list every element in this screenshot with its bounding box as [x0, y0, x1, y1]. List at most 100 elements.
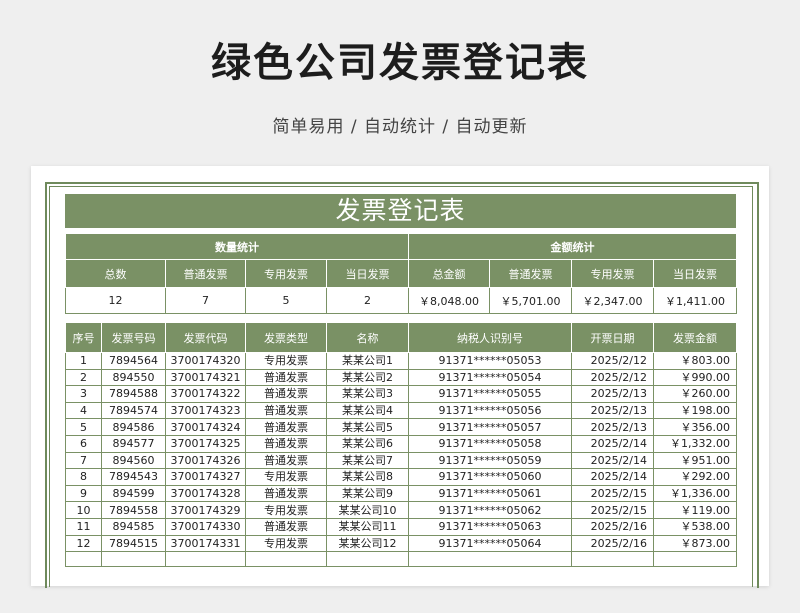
table-cell: 某某公司7 [326, 451, 409, 470]
table-cell: 普通发票 [245, 517, 327, 536]
table-cell: 专用发票 [245, 352, 327, 370]
summary-header-cell: 普通发票 [489, 259, 572, 288]
sheet-banner: 发票登记表 [65, 194, 736, 228]
table-header-cell: 开票日期 [571, 322, 654, 353]
summary-value-cell: ￥2,347.00 [571, 287, 654, 314]
summary-table: 数量统计 金额统计 总数 普通发票 专用发票 当日发票 总金额 普通发票 专用发票 当日发票 … [65, 233, 737, 314]
table-cell: 894586 [101, 418, 166, 436]
table-cell: ￥990.00 [653, 368, 737, 387]
summary-value-cell: 7 [165, 287, 246, 314]
summary-value-cell: ￥8,048.00 [408, 287, 490, 314]
table-cell: 3700174321 [165, 368, 246, 387]
table-cell: 普通发票 [245, 484, 327, 503]
summary-header-cell: 总金额 [408, 259, 490, 288]
table-cell: 普通发票 [245, 434, 327, 453]
summary-value-cell: 2 [326, 287, 409, 314]
table-cell: 3700174325 [165, 434, 246, 453]
table-cell: 894560 [101, 451, 166, 470]
table-row: 4 7894574 3700174323 普通发票 某某公司4 91371******05… [65, 401, 737, 420]
table-cell: 7894515 [101, 534, 166, 553]
table-cell: 10 [65, 501, 102, 519]
table-cell: 2025/2/16 [571, 534, 654, 553]
table-row: 11 894585 3700174330 普通发票 某某公司11 91371******0… [65, 517, 737, 536]
table-row: 8 7894543 3700174327 专用发票 某某公司8 91371******05… [65, 468, 737, 486]
table-cell: 7894564 [101, 352, 166, 370]
table-cell: 2025/2/14 [571, 451, 654, 470]
table-row: 5 894586 3700174324 普通发票 某某公司5 91371******050… [65, 418, 737, 436]
table-cell: 894577 [101, 434, 166, 453]
table-cell: 2025/2/13 [571, 418, 654, 436]
summary-header-cell: 当日发票 [326, 259, 409, 288]
table-cell: 91371******05054 [408, 368, 572, 387]
table-cell: ￥803.00 [653, 352, 737, 370]
table-row: 7 894560 3700174326 普通发票 某某公司7 91371******050… [65, 451, 737, 470]
table-cell: 2025/2/12 [571, 352, 654, 370]
table-cell: 3700174327 [165, 468, 246, 486]
table-cell: 91371******05060 [408, 468, 572, 486]
table-cell: 某某公司4 [326, 401, 409, 420]
table-cell: 6 [65, 434, 102, 453]
invoice-sheet: 发票登记表 数量统计 金额统计 总数 普通发票 专用发票 当日发票 总金额 普通发票 专用发… [31, 166, 769, 588]
table-cell: ￥119.00 [653, 501, 737, 519]
table-cell: 2025/2/15 [571, 501, 654, 519]
table-cell: 91371******05053 [408, 352, 572, 370]
table-cell: 91371******05061 [408, 484, 572, 503]
table-row: 10 7894558 3700174329 专用发票 某某公司10 91371******… [65, 501, 737, 519]
table-cell: 91371******05058 [408, 434, 572, 453]
table-cell: 7894543 [101, 468, 166, 486]
table-header-cell: 纳税人识别号 [408, 322, 572, 353]
summary-header-cell: 专用发票 [571, 259, 654, 288]
summary-header-cell: 专用发票 [245, 259, 327, 288]
table-cell: 91371******05057 [408, 418, 572, 436]
table-cell: 11 [65, 517, 102, 536]
summary-group-amount: 金额统计 [408, 233, 737, 260]
table-cell: 2025/2/13 [571, 385, 654, 403]
table-cell: 2 [65, 368, 102, 387]
table-cell: 某某公司3 [326, 385, 409, 403]
table-cell: 普通发票 [245, 418, 327, 436]
table-cell: 专用发票 [245, 501, 327, 519]
table-cell: ￥292.00 [653, 468, 737, 486]
invoice-table: 序号 发票号码 发票代码 发票类型 名称 纳税人识别号 开票日期 发票金额 1 7894564 3… [65, 322, 737, 568]
table-cell-empty [101, 551, 166, 568]
table-header-cell: 发票类型 [245, 322, 327, 353]
table-cell: 5 [65, 418, 102, 436]
summary-header-cell: 普通发票 [165, 259, 246, 288]
table-cell: ￥873.00 [653, 534, 737, 553]
table-row: 6 894577 3700174325 普通发票 某某公司6 91371******050… [65, 434, 737, 453]
table-cell: 91371******05062 [408, 501, 572, 519]
table-cell: 91371******05055 [408, 385, 572, 403]
table-cell: 894599 [101, 484, 166, 503]
table-row: 9 894599 3700174328 普通发票 某某公司9 91371******050… [65, 484, 737, 503]
table-cell: 7894558 [101, 501, 166, 519]
table-cell: ￥1,336.00 [653, 484, 737, 503]
table-cell: 3700174328 [165, 484, 246, 503]
table-cell: 3700174324 [165, 418, 246, 436]
table-cell-empty [653, 551, 737, 568]
table-row: 3 7894588 3700174322 普通发票 某某公司3 91371******05… [65, 385, 737, 403]
table-cell: ￥951.00 [653, 451, 737, 470]
table-cell: 3700174326 [165, 451, 246, 470]
table-cell: 9 [65, 484, 102, 503]
summary-header-cell: 总数 [65, 259, 166, 288]
table-cell: 2025/2/13 [571, 401, 654, 420]
page-title: 绿色公司发票登记表 [211, 40, 589, 86]
table-row: 1 7894564 3700174320 专用发票 某某公司1 91371******05… [65, 352, 737, 370]
table-cell: ￥198.00 [653, 401, 737, 420]
table-cell-empty [245, 551, 327, 568]
table-cell: 2025/2/14 [571, 434, 654, 453]
page-subtitle: 简单易用 / 自动统计 / 自动更新 [272, 117, 528, 137]
table-cell: 3700174323 [165, 401, 246, 420]
table-cell-empty [571, 551, 654, 568]
table-row-empty [65, 551, 737, 568]
table-cell: 某某公司12 [326, 534, 409, 553]
table-header-cell: 发票代码 [165, 322, 246, 353]
summary-group-count: 数量统计 [65, 233, 409, 260]
table-cell: 3 [65, 385, 102, 403]
table-cell: ￥260.00 [653, 385, 737, 403]
table-cell: 2025/2/14 [571, 468, 654, 486]
table-cell: 某某公司5 [326, 418, 409, 436]
table-cell-empty [326, 551, 409, 568]
table-header-cell: 名称 [326, 322, 409, 353]
table-cell: 普通发票 [245, 401, 327, 420]
